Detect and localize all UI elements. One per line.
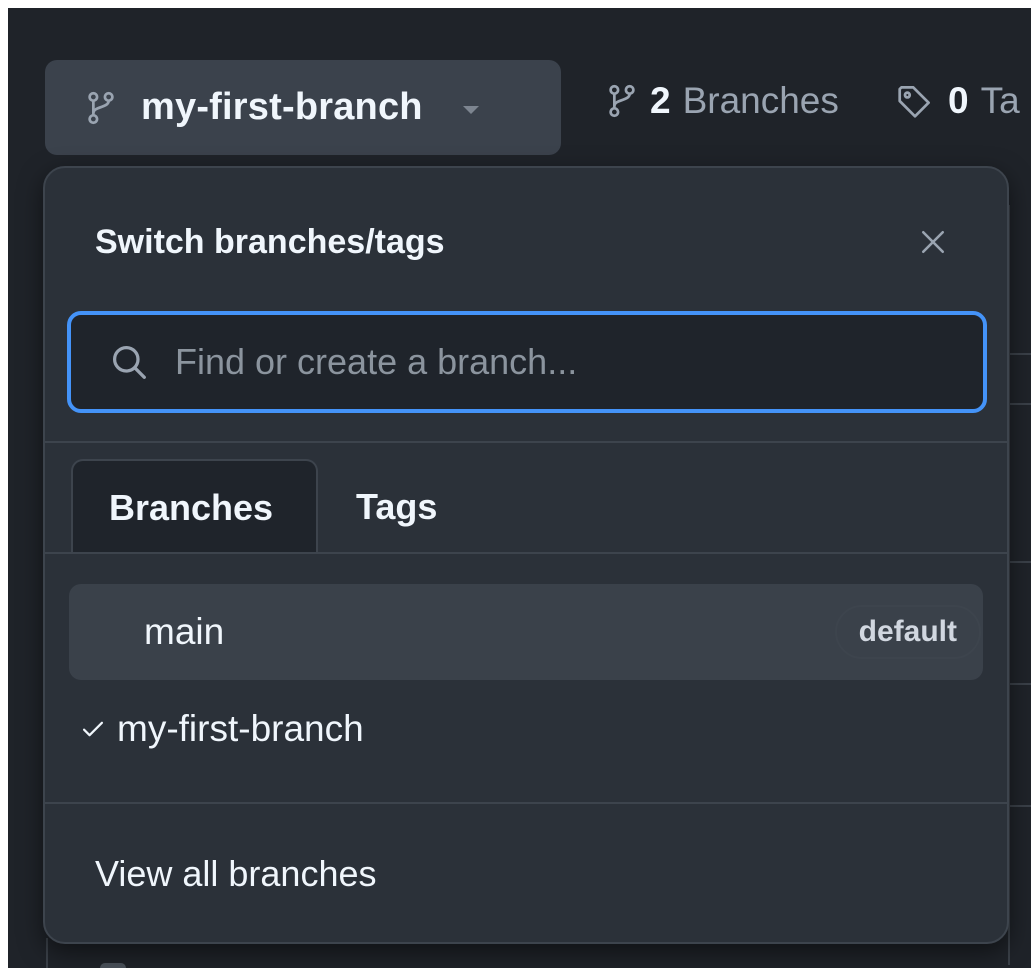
row-divider — [1008, 561, 1031, 563]
check-icon — [69, 720, 117, 738]
branch-selector-button[interactable]: my-first-branch — [45, 60, 561, 155]
close-button[interactable] — [913, 222, 953, 262]
tags-count-link[interactable]: 0 Ta — [896, 80, 1020, 122]
footer-divider — [45, 802, 1007, 804]
branches-count-link[interactable]: 2 Branches — [608, 80, 839, 122]
file-list-edge — [1008, 205, 1031, 965]
tab-tags[interactable]: Tags — [318, 459, 437, 554]
file-list-edge-left — [46, 938, 48, 968]
branch-search-field[interactable] — [67, 311, 987, 413]
branch-item-main[interactable]: main default — [69, 584, 983, 680]
row-divider — [1008, 403, 1031, 405]
git-branch-icon — [87, 91, 115, 125]
tab-branches[interactable]: Branches — [71, 459, 318, 554]
current-branch-name: my-first-branch — [141, 86, 423, 128]
row-divider — [1008, 353, 1031, 355]
branches-count: 2 — [650, 80, 671, 121]
close-icon — [920, 229, 946, 255]
git-branch-icon — [608, 84, 636, 118]
tabs-divider — [45, 552, 1007, 554]
branch-dropdown-panel: Switch branches/tags Branches Tags — [43, 166, 1009, 944]
row-divider — [1008, 805, 1031, 807]
panel-title: Switch branches/tags — [95, 223, 445, 261]
row-divider — [1008, 683, 1031, 685]
ref-type-tabs: Branches Tags — [71, 459, 437, 554]
branch-item-my-first-branch[interactable]: my-first-branch — [69, 681, 983, 777]
search-icon — [111, 344, 147, 380]
view-all-branches-link[interactable]: View all branches — [95, 853, 377, 895]
branch-search-input[interactable] — [173, 340, 937, 384]
header-divider — [45, 441, 1007, 443]
repo-page: my-first-branch 2 Branches 0 Ta Switch b… — [8, 8, 1031, 968]
default-badge: default — [834, 605, 981, 659]
tags-count: 0 — [948, 80, 969, 121]
branch-name: main — [144, 611, 225, 652]
branches-label: Branches — [682, 80, 839, 121]
branch-name: my-first-branch — [117, 708, 364, 749]
background-checkbox — [100, 963, 126, 968]
tag-icon — [896, 84, 934, 118]
tags-label: Ta — [980, 80, 1020, 121]
caret-down-icon — [462, 105, 479, 114]
